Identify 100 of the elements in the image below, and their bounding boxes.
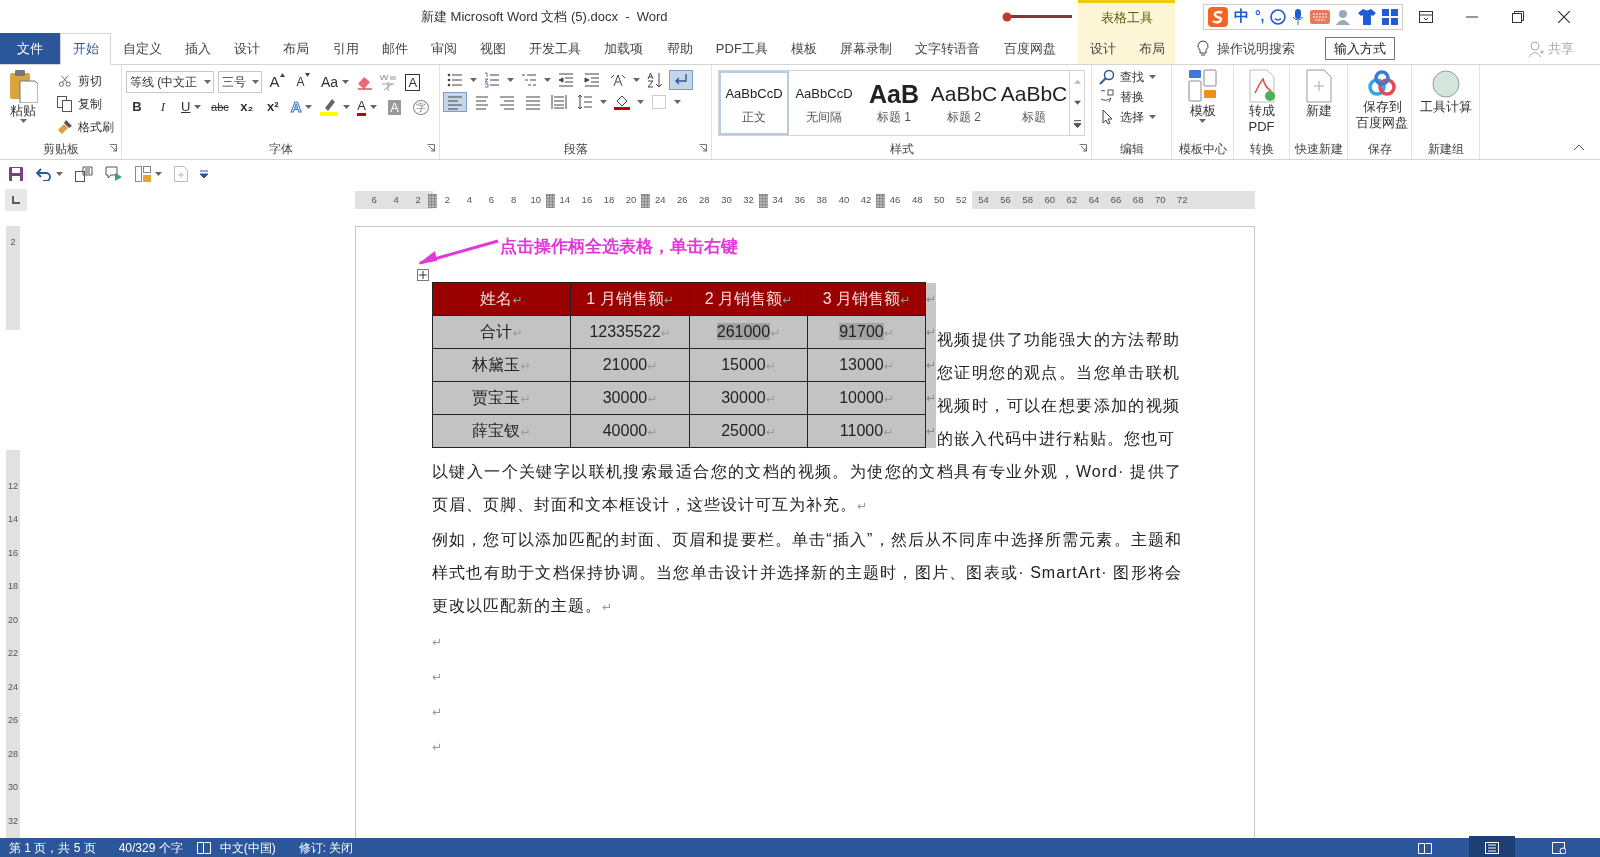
user-icon[interactable]	[1336, 8, 1353, 25]
circle-button[interactable]: 工具计算	[1416, 67, 1476, 140]
color-button[interactable]: A	[354, 97, 380, 117]
ime-mode[interactable]: 中	[1233, 5, 1249, 28]
ribbon-tab[interactable]: PDF工具	[704, 33, 780, 64]
eraser-icon[interactable]	[355, 74, 374, 90]
smiley-icon[interactable]	[1270, 8, 1287, 25]
ruler-number: 12	[8, 479, 18, 493]
ribbon-tab[interactable]: 布局	[1127, 33, 1177, 64]
caret-icon	[194, 104, 201, 110]
ribbon-tab[interactable]: 百度网盘	[992, 33, 1068, 64]
collapse-ribbon-icon[interactable]	[1574, 143, 1584, 150]
ruler-number: 38	[815, 192, 829, 207]
shading-button[interactable]	[611, 93, 633, 111]
ribbon-tab[interactable]: 视图	[468, 33, 518, 64]
dialog-launcher-icon[interactable]	[699, 143, 707, 152]
dialog-launcher-icon[interactable]	[1079, 143, 1087, 152]
show-marks-button[interactable]	[670, 71, 692, 89]
ribbon-tab[interactable]: 加载项	[592, 33, 656, 64]
sup-button[interactable]: x²	[261, 97, 284, 117]
column-marker-icon[interactable]	[758, 193, 768, 208]
sub-button[interactable]: x₂	[235, 97, 258, 117]
find-button[interactable]: 查找	[1096, 67, 1159, 87]
dialog-launcher-icon[interactable]	[109, 143, 117, 152]
compare-document-icon[interactable]	[75, 166, 93, 182]
paste-button[interactable]: 粘贴	[4, 67, 42, 140]
font-size-field[interactable]: 三号	[218, 71, 262, 93]
replace-button[interactable]: 替换	[1096, 87, 1159, 107]
tell-me-search[interactable]: 操作说明搜索	[1217, 38, 1295, 59]
phonetic-guide-icon[interactable]	[377, 73, 398, 91]
undo-icon[interactable]	[36, 167, 52, 181]
ribbon-tab[interactable]: 模板	[779, 33, 829, 64]
ribbon-tab[interactable]: 开始	[60, 33, 112, 65]
ribbon-tab[interactable]: 文件	[0, 33, 60, 64]
web-layout-icon[interactable]	[1552, 842, 1566, 855]
ruler-number: 54	[977, 192, 990, 207]
ribbon-tab[interactable]: 帮助	[655, 33, 705, 64]
ruler-number: 62	[1065, 192, 1079, 207]
font-name-field[interactable]: 等线 (中文正	[126, 71, 214, 93]
column-marker-icon[interactable]	[428, 193, 438, 208]
keyboard-icon[interactable]	[1310, 9, 1331, 24]
ruler-number: 64	[1087, 192, 1101, 207]
ruler-number: 18	[8, 580, 18, 593]
ribbon-tab[interactable]: 设计	[1078, 33, 1128, 64]
ruler-number: 34	[771, 192, 784, 207]
status-item[interactable]: 40/329 个字	[118, 838, 183, 857]
comment-play-icon[interactable]	[105, 166, 123, 182]
ribbon-tab[interactable]: 自定义	[111, 33, 174, 64]
status-item[interactable]: 修订: 关闭	[298, 838, 354, 857]
status-item[interactable]: 中文(中国)	[219, 838, 276, 857]
case-button[interactable]: Aa	[318, 72, 352, 92]
ribbon-tab[interactable]: 文字转语音	[903, 33, 992, 64]
ribbon-tab[interactable]: 开发工具	[517, 33, 593, 64]
pdf-button[interactable]: 转成 PDF	[1242, 67, 1281, 140]
layout-icon[interactable]	[135, 166, 151, 182]
status-item[interactable]: 第 1 页，共 5 页	[9, 838, 96, 857]
close-icon	[1558, 10, 1570, 23]
new-button[interactable]: 新建	[1299, 67, 1338, 140]
copy-button[interactable]: 复制	[54, 94, 117, 114]
ribbon-tab[interactable]: 邮件	[370, 33, 420, 64]
distribute-icon	[551, 94, 567, 110]
ribbon-tab[interactable]: 布局	[271, 33, 321, 64]
microphone-icon[interactable]	[1292, 8, 1305, 25]
grid-icon[interactable]	[1382, 8, 1399, 25]
column-marker-icon[interactable]	[641, 193, 651, 208]
cut-button[interactable]: 剪切	[54, 71, 117, 91]
ribbon-tab[interactable]: 审阅	[419, 33, 469, 64]
shirt-icon[interactable]	[1358, 8, 1377, 25]
proofing-icon[interactable]	[196, 841, 211, 854]
italic-button[interactable]: I	[152, 97, 174, 117]
strike-button[interactable]: abc	[208, 97, 232, 117]
caret-icon	[56, 171, 63, 177]
ribbon-tab[interactable]: 插入	[173, 33, 223, 64]
template-button[interactable]: 模板	[1183, 67, 1222, 140]
ribbon-tab[interactable]: 设计	[222, 33, 272, 64]
select-button[interactable]: 选择	[1096, 107, 1159, 127]
print-layout-icon[interactable]	[1485, 842, 1499, 855]
highlighter-icon[interactable]	[319, 98, 340, 116]
ruler-number: 16	[580, 192, 594, 207]
style-gallery-item[interactable]: AaBbCcD 正文	[719, 71, 789, 135]
ribbon-tab[interactable]: 引用	[320, 33, 371, 64]
customize-toolbar-icon[interactable]	[200, 170, 208, 178]
caret-icon	[155, 171, 162, 177]
sort-icon	[647, 72, 663, 88]
read-mode-icon[interactable]	[1418, 842, 1432, 855]
save-icon[interactable]	[8, 166, 24, 182]
dialog-launcher-icon[interactable]	[427, 143, 435, 152]
column-marker-icon[interactable]	[876, 193, 886, 208]
format-painter-button[interactable]: 格式刷	[54, 117, 117, 137]
grow-button[interactable]: A	[266, 72, 288, 92]
underline-button[interactable]: U	[178, 97, 204, 117]
column-marker-icon[interactable]	[545, 193, 555, 208]
shrink-button[interactable]: A	[292, 72, 314, 92]
tab-selector[interactable]	[5, 189, 27, 211]
cloud-button[interactable]: 保存到 百度网盘	[1352, 67, 1412, 140]
ribbon-tab[interactable]: 屏幕录制	[828, 33, 904, 64]
bold-button[interactable]: B	[126, 97, 148, 117]
caret-icon	[633, 77, 640, 83]
punctuation-mode[interactable]: °,	[1254, 6, 1265, 27]
table-move-handle-icon[interactable]	[417, 269, 429, 281]
